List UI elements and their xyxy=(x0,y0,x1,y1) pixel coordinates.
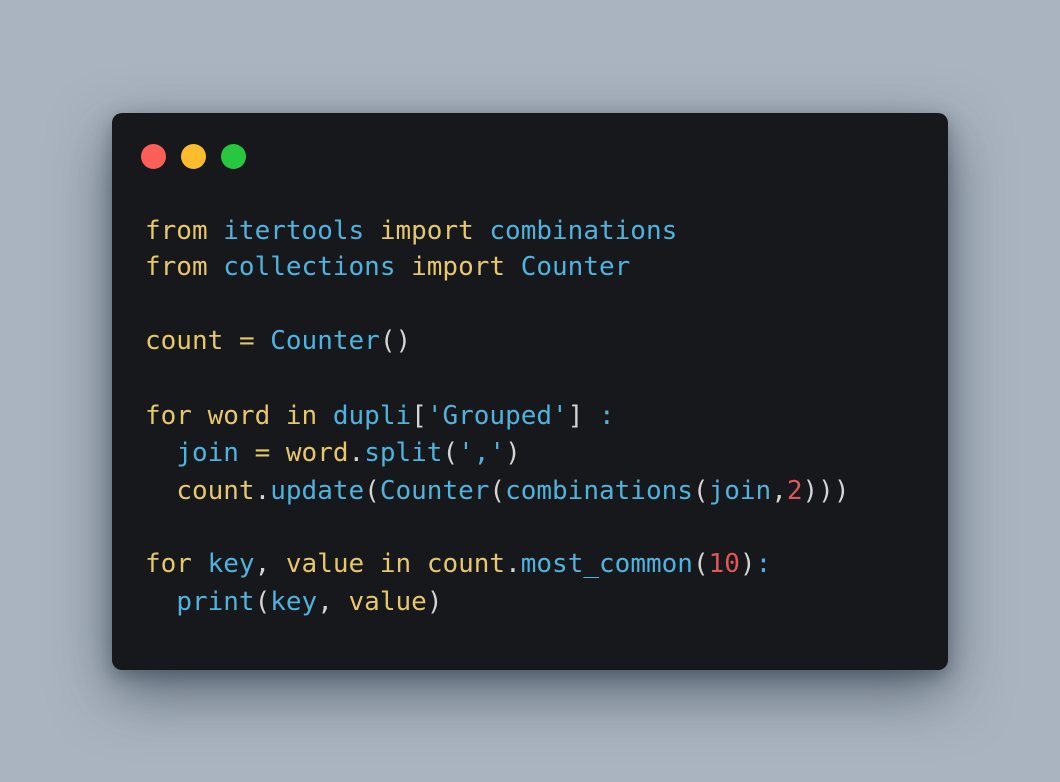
code-line: count = Counter() xyxy=(145,326,412,356)
code-line: from itertools import combinations xyxy=(145,216,678,246)
code-line: print(key, value) xyxy=(176,587,443,617)
code-line: from collections import Counter xyxy=(145,252,631,282)
code-line: for word in dupli['Grouped'] : xyxy=(145,401,615,431)
minimize-button[interactable] xyxy=(181,144,206,169)
close-button[interactable] xyxy=(141,144,166,169)
code-line: count.update(Counter(combinations(join,2… xyxy=(176,476,850,506)
code-window: from itertools import combinations from c… xyxy=(112,113,948,670)
maximize-button[interactable] xyxy=(221,144,246,169)
code-line: for key, value in count.most_common(10): xyxy=(145,549,772,579)
page-background: { "window": { "buttons": { "close_color"… xyxy=(0,0,1060,782)
code-line: join = word.split(',') xyxy=(176,438,521,468)
